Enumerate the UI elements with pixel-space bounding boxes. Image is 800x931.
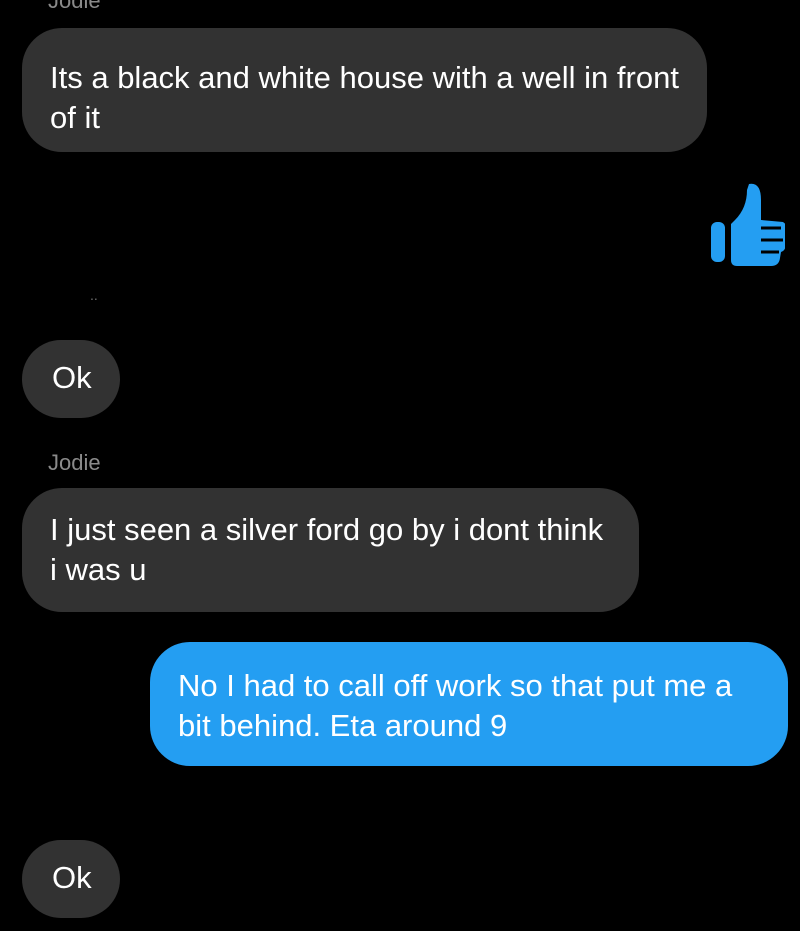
sender-name: Jodie — [48, 450, 101, 475]
incoming-message-bubble[interactable]: Ok — [22, 340, 120, 418]
message-text: No I had to call off work so that put me… — [178, 668, 733, 743]
thumbs-up-icon[interactable] — [705, 178, 785, 268]
sender-name: Jodie — [48, 0, 101, 13]
message-thread: Jodie Its a black and white house with a… — [0, 0, 800, 931]
message-text: Its a black and white house with a well … — [50, 60, 679, 135]
typing-dots: .. — [90, 287, 98, 303]
message-text: Ok — [52, 860, 92, 895]
message-text: I just seen a silver ford go by i dont t… — [50, 512, 604, 587]
incoming-message-bubble[interactable]: Its a black and white house with a well … — [22, 28, 707, 152]
outgoing-message-bubble[interactable]: No I had to call off work so that put me… — [150, 642, 788, 766]
incoming-message-bubble[interactable]: I just seen a silver ford go by i dont t… — [22, 488, 639, 612]
incoming-message-bubble[interactable]: Ok — [22, 840, 120, 918]
message-text: Ok — [52, 360, 92, 395]
